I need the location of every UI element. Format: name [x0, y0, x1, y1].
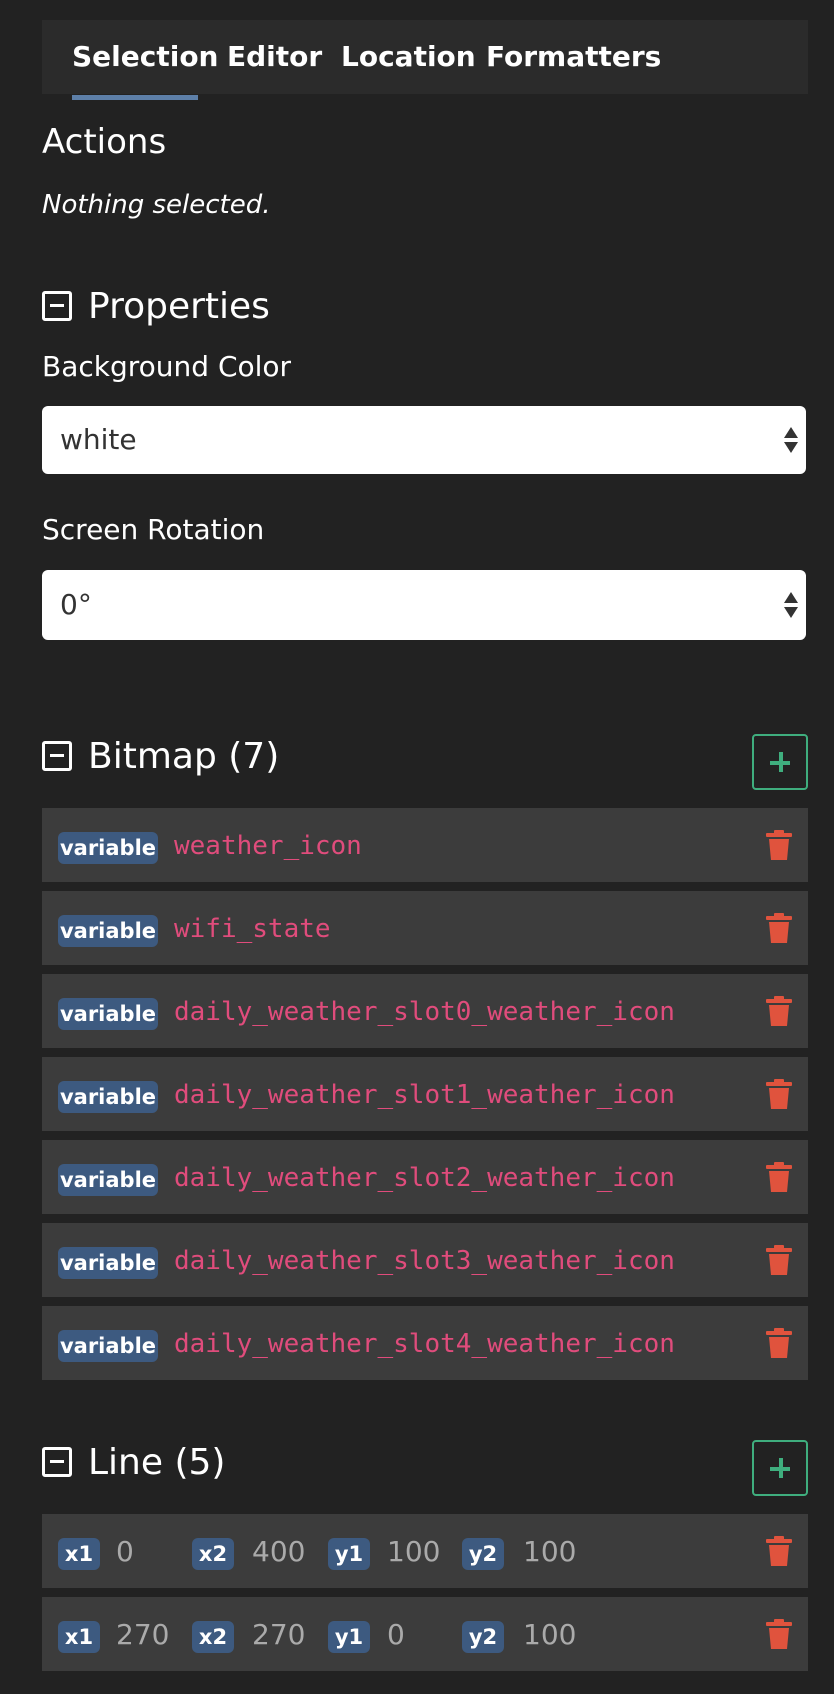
variable-name: daily_weather_slot3_weather_icon — [174, 1246, 675, 1276]
bitmap-row[interactable]: variable wifi_state — [42, 891, 808, 965]
trash-icon[interactable] — [766, 1079, 792, 1109]
variable-name: daily_weather_slot4_weather_icon — [174, 1329, 675, 1359]
bitmap-row[interactable]: variable weather_icon — [42, 808, 808, 882]
bitmap-row[interactable]: variable daily_weather_slot2_weather_ico… — [42, 1140, 808, 1214]
screen-rotation-label: Screen Rotation — [42, 513, 265, 546]
variable-name: daily_weather_slot1_weather_icon — [174, 1080, 675, 1110]
nothing-selected-text: Nothing selected. — [42, 190, 271, 220]
x2-badge: x2 — [192, 1538, 234, 1570]
tab-formatters[interactable]: Formatters — [486, 20, 661, 94]
background-color-label: Background Color — [42, 350, 292, 383]
x1-badge: x1 — [58, 1538, 100, 1570]
y2-badge: y2 — [462, 1538, 504, 1570]
y1-badge: y1 — [328, 1538, 370, 1570]
select-arrows-icon — [784, 590, 798, 620]
bitmap-row[interactable]: variable daily_weather_slot3_weather_ico… — [42, 1223, 808, 1297]
trash-icon[interactable] — [766, 913, 792, 943]
variable-badge: variable — [58, 998, 158, 1030]
bitmap-row[interactable]: variable daily_weather_slot0_weather_ico… — [42, 974, 808, 1048]
add-bitmap-button[interactable] — [752, 734, 808, 790]
x1-value: 270 — [116, 1618, 170, 1651]
y2-value: 100 — [523, 1618, 577, 1651]
screen-rotation-select[interactable]: 0° — [42, 570, 806, 640]
variable-badge: variable — [58, 832, 158, 864]
y2-value: 100 — [523, 1535, 577, 1568]
tab-location[interactable]: Location — [341, 20, 476, 94]
minus-square-icon[interactable] — [42, 1447, 72, 1477]
properties-header: Properties — [42, 284, 270, 328]
variable-name: weather_icon — [174, 831, 362, 861]
variable-name: daily_weather_slot0_weather_icon — [174, 997, 675, 1027]
x2-value: 400 — [252, 1535, 306, 1568]
variable-badge: variable — [58, 1330, 158, 1362]
bitmap-header: Bitmap (7) — [42, 734, 279, 778]
variable-badge: variable — [58, 1081, 158, 1113]
add-line-button[interactable] — [752, 1440, 808, 1496]
x2-badge: x2 — [192, 1621, 234, 1653]
tab-editor[interactable]: Editor — [227, 20, 322, 94]
variable-badge: variable — [58, 915, 158, 947]
y1-value: 100 — [387, 1535, 441, 1568]
bitmap-title: Bitmap (7) — [88, 735, 280, 777]
trash-icon[interactable] — [766, 1245, 792, 1275]
actions-heading: Actions — [42, 122, 167, 162]
tab-selection[interactable]: Selection — [72, 20, 219, 100]
bitmap-row[interactable]: variable daily_weather_slot1_weather_ico… — [42, 1057, 808, 1131]
y1-value: 0 — [387, 1618, 405, 1651]
x1-value: 0 — [116, 1535, 134, 1568]
line-header: Line (5) — [42, 1440, 225, 1484]
tab-bar: Selection Editor Location Formatters — [42, 20, 808, 100]
minus-square-icon[interactable] — [42, 291, 72, 321]
background-color-select[interactable]: white — [42, 406, 806, 474]
x1-badge: x1 — [58, 1621, 100, 1653]
line-row[interactable]: x1 0 x2 400 y1 100 y2 100 — [42, 1514, 808, 1588]
variable-badge: variable — [58, 1247, 158, 1279]
y2-badge: y2 — [462, 1621, 504, 1653]
trash-icon[interactable] — [766, 1536, 792, 1566]
variable-name: wifi_state — [174, 914, 331, 944]
line-title: Line (5) — [88, 1441, 226, 1483]
line-row[interactable]: x1 270 x2 270 y1 0 y2 100 — [42, 1597, 808, 1671]
trash-icon[interactable] — [766, 996, 792, 1026]
screen-rotation-value: 0° — [60, 588, 92, 621]
x2-value: 270 — [252, 1618, 306, 1651]
trash-icon[interactable] — [766, 1328, 792, 1358]
bitmap-row[interactable]: variable daily_weather_slot4_weather_ico… — [42, 1306, 808, 1380]
variable-badge: variable — [58, 1164, 158, 1196]
trash-icon[interactable] — [766, 1619, 792, 1649]
select-arrows-icon — [784, 425, 798, 455]
trash-icon[interactable] — [766, 1162, 792, 1192]
background-color-value: white — [60, 423, 137, 456]
y1-badge: y1 — [328, 1621, 370, 1653]
minus-square-icon[interactable] — [42, 741, 72, 771]
variable-name: daily_weather_slot2_weather_icon — [174, 1163, 675, 1193]
properties-title: Properties — [88, 285, 270, 327]
trash-icon[interactable] — [766, 830, 792, 860]
